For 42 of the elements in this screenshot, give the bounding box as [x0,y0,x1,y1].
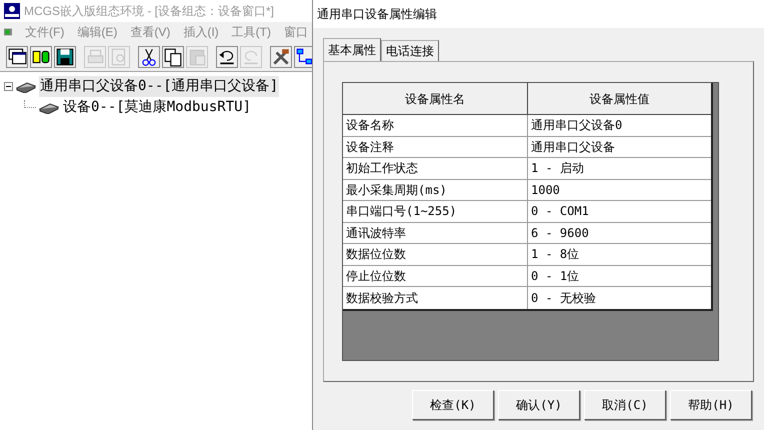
table-cell-text: 0 - COM1 [530,203,590,220]
table-cell-text: 1000 [530,182,561,199]
table-cell: 数据位位数 [343,244,528,264]
system-menu-icon[interactable] [4,26,12,38]
window-title: MCGS嵌入版组态环境 - [设备组态：设备窗口*] [24,3,274,20]
table-cell: 设备注释 [343,136,528,157]
tree-item[interactable]: 通用串口父设备0--[通用串口父设备] [39,76,280,97]
table-cell: 串口端口号(1~255) [343,201,528,222]
table-cell-text: 通用串口父设备 [530,138,616,156]
table-cell-text: 通用串口父设备0 [530,117,624,134]
table-cell: 初始工作状态 [343,158,528,178]
table-cell-text: 6 - 9600 [530,224,590,242]
tab[interactable]: 基本属性 [323,38,381,61]
table-cell: 设备名称 [343,115,528,136]
tools-icon[interactable] [270,46,292,68]
table-cell: 停止位位数 [343,266,528,286]
undo-icon[interactable] [216,46,238,68]
dialog-button[interactable]: 确认(Y) [498,390,580,420]
table-cell-text: 0 - 无校验 [530,290,597,307]
save-icon[interactable] [54,46,76,68]
column-header[interactable]: 设备属性值 [528,83,711,114]
dialog-title: 通用串口设备属性编辑 [317,6,437,23]
tab[interactable]: 电话连接 [381,40,439,61]
chip-icon [15,80,37,92]
devices-icon[interactable] [30,46,52,68]
tree-item[interactable]: 设备0--[莫迪康ModbusRTU] [62,97,252,118]
copy-icon[interactable] [162,46,184,68]
cut-icon[interactable] [138,46,160,68]
app-logo-icon [4,3,20,19]
chip-icon [38,102,60,114]
table-cell-text: 1 - 启动 [530,160,585,178]
table-cell: 最小采集周期(ms) [343,180,528,200]
dialog-button[interactable]: 帮助(H) [670,390,752,420]
table-cell: 数据校验方式 [343,287,528,308]
dialog-button[interactable]: 检查(K) [412,390,494,420]
table-cell-text: 0 - 1位 [530,268,580,285]
dialog-button[interactable]: 取消(C) [584,390,666,420]
table-cell: 通讯波特率 [343,222,528,243]
table-cell-text: 1 - 8位 [530,246,580,264]
column-header[interactable]: 设备属性名 [343,83,528,114]
collapse-toggle[interactable] [4,82,13,91]
window-icon[interactable] [6,46,28,68]
